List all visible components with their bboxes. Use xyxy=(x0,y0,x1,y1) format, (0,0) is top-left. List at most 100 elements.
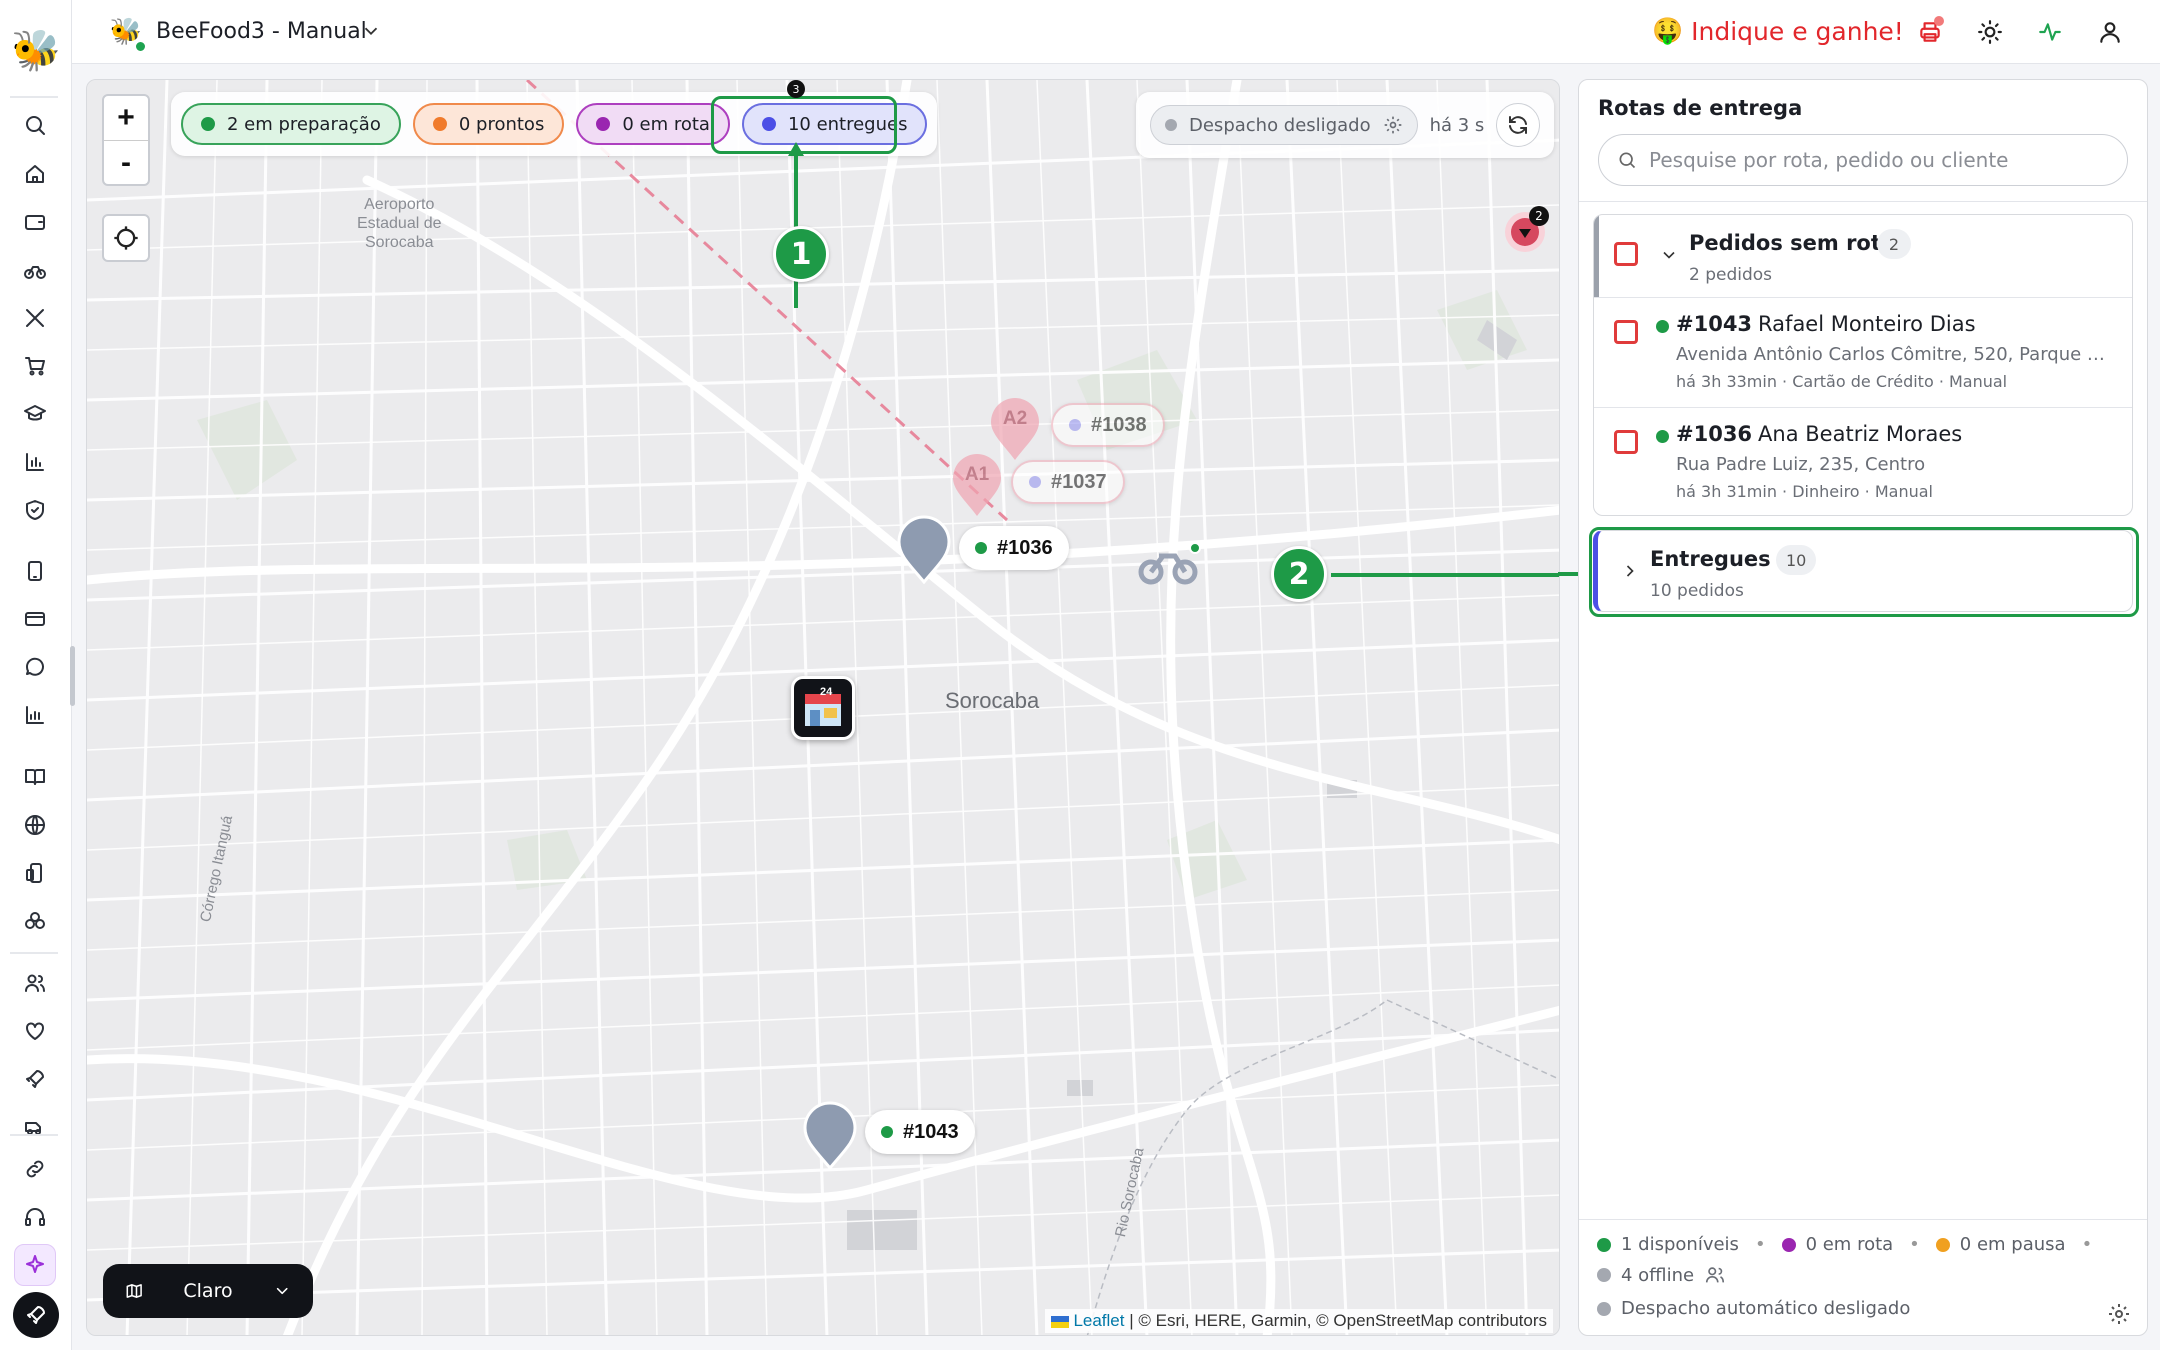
map-icon xyxy=(126,1284,142,1298)
order-number: #1037 xyxy=(1051,470,1107,493)
devices-icon[interactable] xyxy=(14,852,56,894)
graduation-icon[interactable] xyxy=(14,393,56,435)
search-icon xyxy=(1619,152,1636,169)
shield-icon[interactable] xyxy=(14,489,56,531)
referral-link[interactable]: 🤑 Indique e ganhe! xyxy=(1652,16,1904,46)
courier-bike-icon[interactable] xyxy=(1137,540,1201,588)
map-theme-button[interactable]: Claro xyxy=(103,1264,313,1318)
link-icon[interactable] xyxy=(14,1148,56,1190)
launch-rocket-icon[interactable] xyxy=(13,1292,59,1338)
dispatch-status-bar: Despacho desligado há 3 s xyxy=(1136,92,1555,158)
headset-icon[interactable] xyxy=(14,1196,56,1238)
activity-icon[interactable] xyxy=(2034,16,2066,48)
theme-label: Claro xyxy=(183,1280,233,1302)
credit-card-icon[interactable] xyxy=(14,598,56,640)
list-item[interactable]: #1043 Rafael Monteiro Dias Avenida Antôni… xyxy=(1594,297,2132,407)
money-face-icon: 🤑 xyxy=(1652,16,1684,45)
chart-bars-icon[interactable] xyxy=(14,441,56,483)
bee-logo-icon[interactable]: 🐝 xyxy=(10,24,62,76)
customer-name: Ana Beatriz Moraes xyxy=(1758,422,1963,446)
dispatch-toggle-chip[interactable]: Despacho desligado xyxy=(1150,105,1418,145)
cart-icon[interactable] xyxy=(14,345,56,387)
unrouted-group-title: Pedidos sem rota xyxy=(1689,231,1896,255)
leaflet-link[interactable]: Leaflet xyxy=(1073,1311,1124,1330)
cluster-count: 2 xyxy=(1529,206,1549,226)
route-pin-a1[interactable]: A1 xyxy=(951,452,1003,518)
store-badge: 24 xyxy=(820,686,833,698)
panel-divider xyxy=(1579,201,2147,202)
map-attribution: Leaflet | © Esri, HERE, Garmin, © OpenSt… xyxy=(1044,1309,1553,1333)
chevron-down-icon[interactable] xyxy=(1659,245,1679,269)
gear-icon[interactable] xyxy=(2107,1302,2131,1331)
refresh-button[interactable] xyxy=(1496,103,1541,147)
chip-in-preparation[interactable]: 2 em preparação xyxy=(181,103,401,145)
search-icon[interactable] xyxy=(14,104,56,146)
order-label-1043[interactable]: #1043 xyxy=(865,1110,975,1154)
globe-icon[interactable] xyxy=(14,804,56,846)
delivery-map[interactable]: Aeroporto Estadual de Sorocaba Sorocaba Có… xyxy=(86,79,1560,1336)
route-search-input[interactable] xyxy=(1649,148,2109,172)
city-label: Sorocaba xyxy=(945,688,1040,713)
top-bar: 🐝 BeeFood3 - Manual 🤑 Indique e ganhe! xyxy=(72,0,2160,64)
chip-label: 0 em rota xyxy=(622,113,710,135)
store-marker-icon[interactable]: 24 xyxy=(791,676,855,740)
chip-ready[interactable]: 0 prontos xyxy=(412,103,565,145)
utensils-icon[interactable] xyxy=(14,297,56,339)
integrations-icon[interactable] xyxy=(14,900,56,942)
separator-dot: • xyxy=(1909,1234,1920,1255)
order-label-1038[interactable]: #1038 xyxy=(1051,403,1165,447)
unrouted-group-header[interactable]: Pedidos sem rota 2 2 pedidos xyxy=(1594,215,2132,297)
sidebar-resize-handle[interactable] xyxy=(70,646,75,706)
cluster-marker[interactable]: 2 xyxy=(1503,206,1549,254)
order-number: #1043 xyxy=(1676,312,1753,336)
status-dot xyxy=(1656,320,1669,333)
order-checkbox[interactable] xyxy=(1614,320,1638,344)
heart-icon[interactable] xyxy=(14,1010,56,1052)
user-icon[interactable] xyxy=(2094,16,2126,48)
order-address: Avenida Antônio Carlos Cômitre, 520, Par… xyxy=(1676,344,2116,365)
zoom-out-button[interactable]: - xyxy=(104,140,148,184)
delivery-icon[interactable] xyxy=(14,1106,56,1148)
courier-status-footer: 1 disponíveis • 0 em rota • 0 em pausa •… xyxy=(1579,1219,2147,1335)
ai-sparkle-icon[interactable] xyxy=(14,1244,56,1286)
chat-icon[interactable] xyxy=(14,646,56,688)
order-pin-1036[interactable] xyxy=(897,514,951,585)
order-label-1037[interactable]: #1037 xyxy=(1011,460,1125,504)
list-item[interactable]: #1036 Ana Beatriz Moraes Rua Padre Luiz, … xyxy=(1594,407,2132,515)
status-dot xyxy=(596,117,611,131)
book-icon[interactable] xyxy=(14,756,56,798)
customer-name: Rafael Monteiro Dias xyxy=(1758,312,1976,336)
chevron-down-icon[interactable] xyxy=(360,20,382,42)
home-icon[interactable] xyxy=(14,153,56,195)
users-icon[interactable] xyxy=(14,962,56,1004)
order-label-1036[interactable]: #1036 xyxy=(959,526,1069,570)
chip-on-route[interactable]: 0 em rota xyxy=(576,103,730,145)
order-number: #1043 xyxy=(903,1120,959,1143)
analytics-icon[interactable] xyxy=(14,694,56,736)
separator-dot: • xyxy=(2081,1234,2093,1255)
store-name[interactable]: BeeFood3 - Manual xyxy=(156,19,367,44)
tablet-icon[interactable] xyxy=(14,550,56,592)
rocket-icon[interactable] xyxy=(14,1058,56,1100)
offline-count: 4 offline xyxy=(1621,1264,1695,1286)
dispatch-label: Despacho desligado xyxy=(1189,114,1371,136)
sidebar-divider xyxy=(10,1134,58,1136)
airport-label: Aeroporto Estadual de Sorocaba xyxy=(357,196,442,251)
printer-icon[interactable] xyxy=(1914,16,1946,48)
wallet-icon[interactable] xyxy=(14,201,56,243)
users-icon[interactable] xyxy=(1704,1264,1726,1286)
zoom-in-button[interactable]: + xyxy=(104,96,148,140)
refresh-icon xyxy=(1509,116,1528,134)
status-dot xyxy=(1781,1237,1796,1252)
status-dot xyxy=(432,117,447,131)
bike-icon[interactable] xyxy=(14,249,56,291)
order-number: #1036 xyxy=(997,536,1053,559)
sidebar-divider xyxy=(10,952,58,954)
order-pin-1043[interactable] xyxy=(803,1100,857,1171)
order-checkbox[interactable] xyxy=(1614,430,1638,454)
locate-button[interactable] xyxy=(102,214,150,262)
auto-dispatch-line: Despacho automático desligado xyxy=(1597,1298,1910,1319)
sun-icon[interactable] xyxy=(1974,16,2006,48)
status-dot xyxy=(1656,430,1669,443)
unrouted-group-checkbox[interactable] xyxy=(1614,242,1638,266)
